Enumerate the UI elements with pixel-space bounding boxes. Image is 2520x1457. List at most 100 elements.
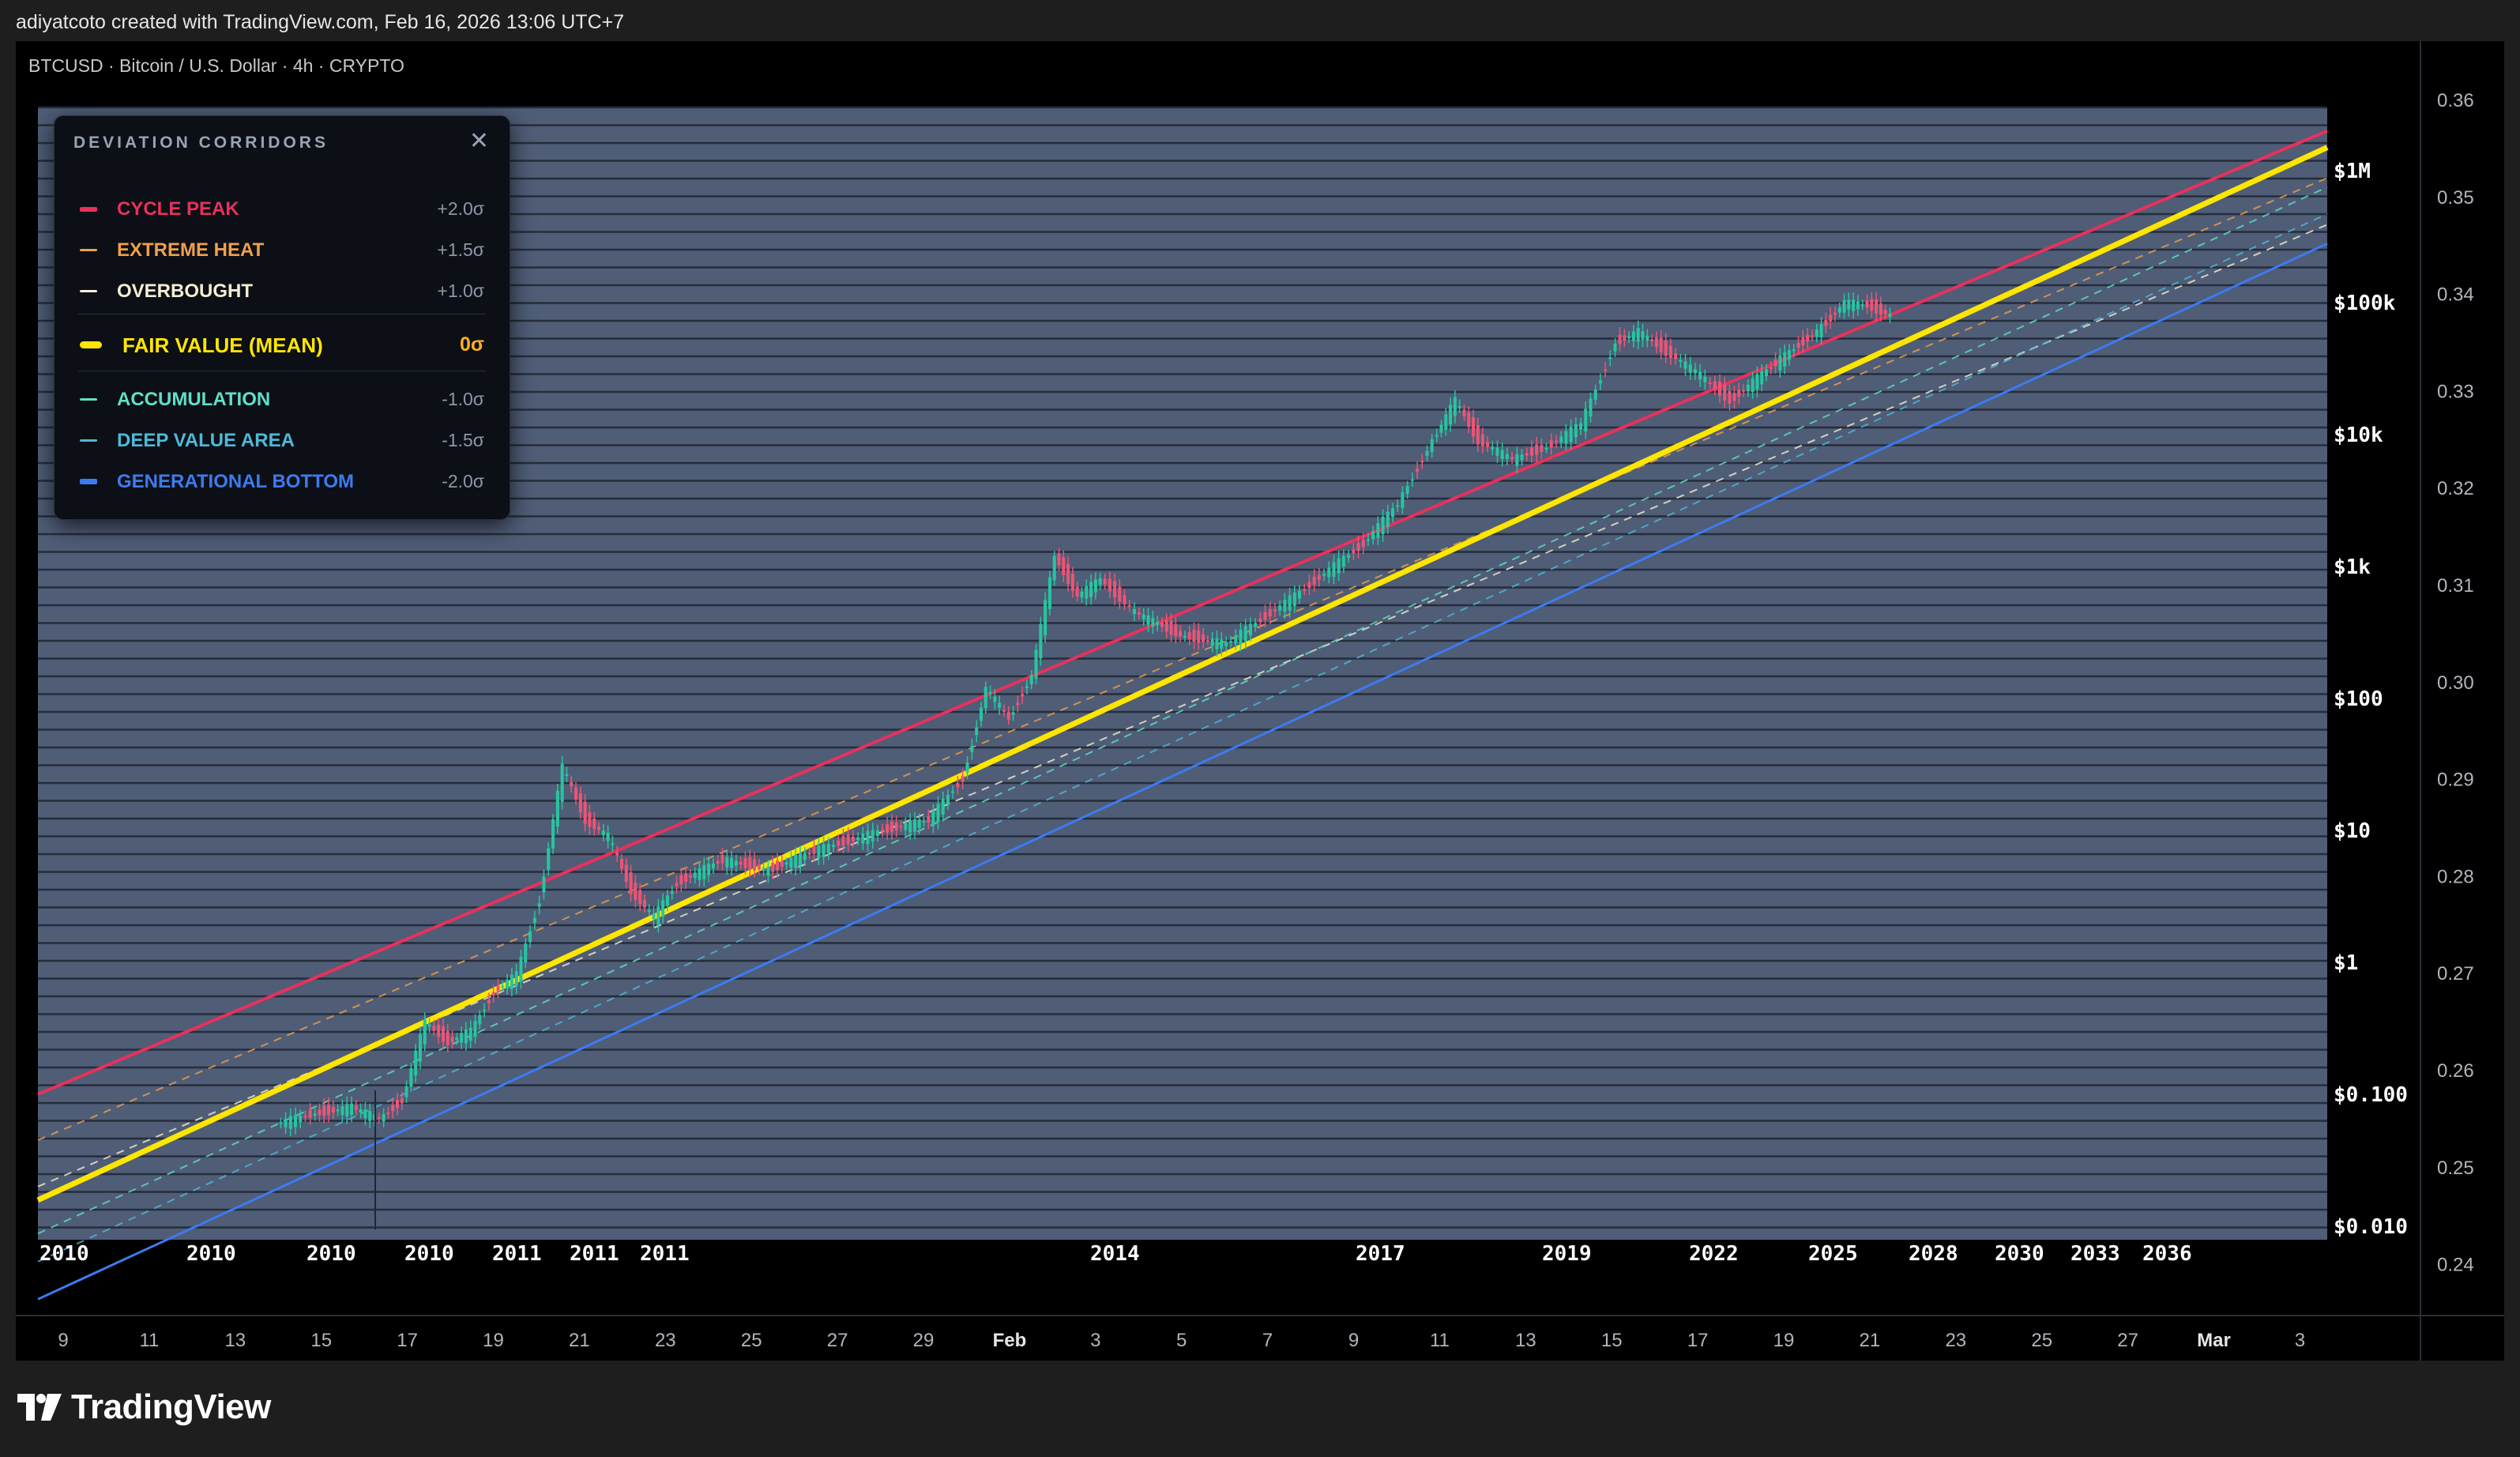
candle-body [846, 834, 850, 845]
candle-body [1650, 339, 1654, 342]
legend-value: 0σ [459, 333, 484, 356]
candle-body [1006, 711, 1010, 720]
candle-body [1579, 423, 1583, 430]
candle-body [984, 687, 987, 709]
candle-body [1278, 605, 1282, 611]
candle-body [771, 862, 775, 872]
legend-title: DEVIATION CORRIDORS [73, 134, 329, 152]
candle-body [1366, 539, 1370, 541]
candle-body [1815, 329, 1819, 337]
candle-body [299, 1115, 303, 1123]
candle-body [951, 791, 955, 793]
candle-body [1292, 592, 1296, 606]
candle-body [583, 801, 587, 824]
candle-body [284, 1118, 288, 1128]
candle-body [350, 1103, 354, 1116]
candle-body [1755, 374, 1759, 390]
candle-body [340, 1105, 344, 1116]
price-axis: $1M $100k $10k $1k $100 $10 $1 $0.100 $0.010 [2334, 160, 2408, 1239]
legend-value: -2.0σ [442, 471, 484, 491]
price-tick-label: $1M [2334, 160, 2371, 183]
candle-body [354, 1105, 358, 1110]
candle-body [1332, 562, 1336, 578]
candle-body [1505, 454, 1509, 459]
candle-body [279, 1122, 283, 1124]
candle-body [1416, 469, 1420, 472]
candle-body [734, 860, 738, 866]
candle-body [1764, 369, 1768, 376]
candle-body [1021, 694, 1025, 697]
candle-body [851, 836, 855, 841]
legend-swatch [80, 207, 97, 212]
candle-body [1430, 439, 1434, 452]
time-tick-label: Feb [993, 1330, 1027, 1351]
candle-body [1234, 634, 1238, 644]
candle-body [437, 1024, 441, 1037]
candle-body [1801, 337, 1805, 346]
right-tick-label: 0.24 [2437, 1255, 2474, 1276]
candle-body [1698, 371, 1702, 380]
candle-body [1535, 444, 1539, 455]
candle-body [675, 883, 679, 887]
legend-label: FAIR VALUE (MEAN) [122, 333, 323, 357]
candle-body [611, 843, 615, 845]
year-tick-label: 2022 [1689, 1242, 1739, 1266]
candle-body [1674, 353, 1678, 360]
candle-body [1636, 328, 1640, 342]
time-tick-label: 9 [58, 1330, 68, 1351]
candle-body [1075, 586, 1079, 597]
candle-body [1057, 553, 1061, 566]
candle-body [1080, 591, 1084, 598]
legend-row-deep-value-area: DEEP VALUE AREA -1.5σ [55, 424, 510, 458]
candle-body [1381, 516, 1385, 535]
candle-body [1842, 299, 1846, 313]
candle-body [1371, 531, 1375, 540]
candle-body [1631, 331, 1635, 341]
year-tick-label: 2010 [307, 1242, 356, 1266]
year-tick-label: 2011 [640, 1242, 690, 1266]
candle-body [1435, 435, 1439, 437]
candle-body [313, 1113, 317, 1116]
price-tick-label: $1k [2334, 555, 2371, 579]
legend-value: -1.0σ [442, 389, 484, 409]
legend-label: OVERBOUGHT [117, 280, 254, 302]
candle-body [1796, 342, 1800, 348]
tradingview-logo[interactable]: TradingView [17, 1387, 271, 1427]
candle-body [812, 846, 816, 854]
time-tick-label: 17 [1687, 1330, 1709, 1351]
time-tick-label: 19 [1773, 1330, 1795, 1351]
year-tick-label: 2010 [404, 1242, 454, 1266]
deviation-corridors-legend: DEVIATION CORRIDORS ✕ CYCLE PEAK +2.0σ E… [54, 115, 510, 520]
candle-body [881, 829, 885, 832]
candle-body [634, 883, 638, 900]
legend-label: ACCUMULATION [117, 389, 271, 410]
candle-body [684, 873, 688, 882]
candle-body [1659, 337, 1663, 352]
candle-body [1613, 344, 1617, 352]
candle-body [1708, 382, 1712, 385]
candle-body [1778, 355, 1782, 371]
candle-body [871, 830, 874, 842]
candle-body [1589, 398, 1593, 417]
candle-body [1554, 440, 1558, 442]
candle-body [524, 943, 528, 963]
candle-body [753, 859, 757, 871]
candle-body [1002, 710, 1006, 713]
close-icon[interactable]: ✕ [469, 127, 489, 155]
candle-body [1491, 446, 1495, 450]
candle-body [368, 1111, 372, 1121]
candle-body [1108, 578, 1111, 592]
candle-body [1480, 434, 1484, 446]
candle-body [711, 863, 715, 869]
candle-body [1327, 567, 1331, 578]
candle-body [1847, 299, 1851, 310]
candle-body [780, 861, 784, 867]
right-tick-label: 0.26 [2437, 1060, 2474, 1082]
candle-body [1298, 590, 1302, 599]
candle-body [1386, 511, 1390, 527]
candle-body [1457, 405, 1461, 408]
candle-body [294, 1115, 298, 1128]
candle-body [1052, 555, 1056, 581]
candle-body [1540, 445, 1544, 452]
candle-body [501, 985, 505, 988]
